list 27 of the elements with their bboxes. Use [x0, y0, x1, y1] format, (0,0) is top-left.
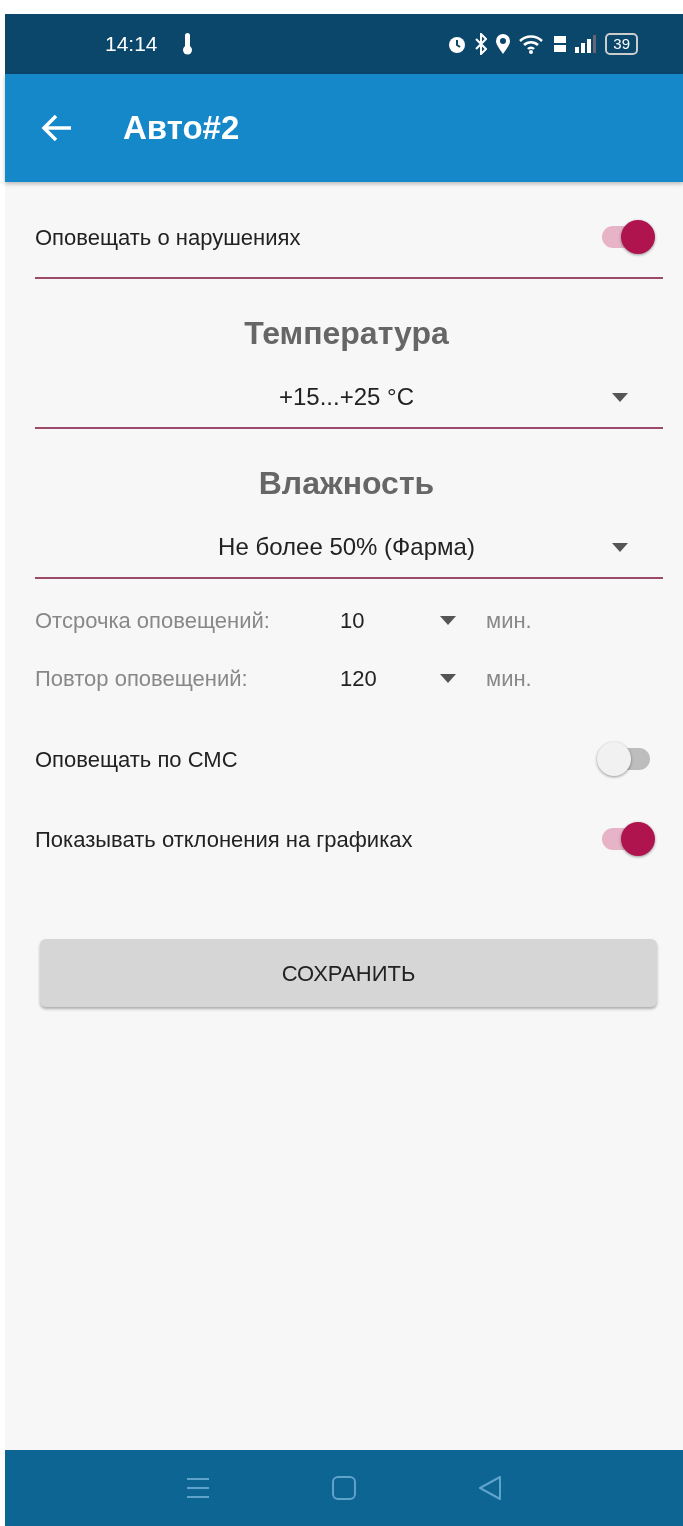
- battery-indicator: 39: [605, 33, 638, 55]
- thermometer-icon: [181, 32, 194, 56]
- section-title: Влажность: [257, 464, 436, 503]
- unit-label: мин.: [486, 606, 532, 635]
- dropdown-caret-icon[interactable]: [440, 615, 456, 625]
- dropdown-value[interactable]: Не более 50% (Фарма): [218, 529, 475, 565]
- location-pin-icon: [495, 33, 512, 55]
- screen-title: Авто#2: [123, 108, 240, 148]
- alarm-clock-icon: [447, 34, 468, 54]
- dropdown-value[interactable]: +15...+25 °C: [279, 379, 414, 415]
- dropdown-value[interactable]: 10: [340, 603, 440, 637]
- field-label: Повтор оповещений:: [35, 664, 249, 693]
- signal-icon: [575, 35, 598, 53]
- back-arrow-icon[interactable]: [41, 114, 73, 142]
- dropdown-caret-icon[interactable]: [440, 673, 456, 683]
- clock-time: 14:14: [105, 31, 158, 58]
- dropdown-caret-icon[interactable]: [612, 542, 628, 552]
- toggle-label: Оповещать по СМС: [35, 745, 238, 774]
- field-label: Отсрочка оповещений:: [35, 606, 271, 635]
- dropdown-caret-icon[interactable]: [612, 392, 628, 402]
- unit-label: мин.: [486, 664, 532, 693]
- save-button[interactable]: СОХРАНИТЬ: [40, 939, 657, 1007]
- toggle-label: Оповещать о нарушениях: [35, 223, 301, 252]
- bluetooth-icon: [475, 33, 488, 55]
- section-title: Температура: [243, 314, 450, 353]
- dropdown-value[interactable]: 120: [340, 661, 440, 695]
- toggle-label: Показывать отклонения на графиках: [35, 825, 413, 854]
